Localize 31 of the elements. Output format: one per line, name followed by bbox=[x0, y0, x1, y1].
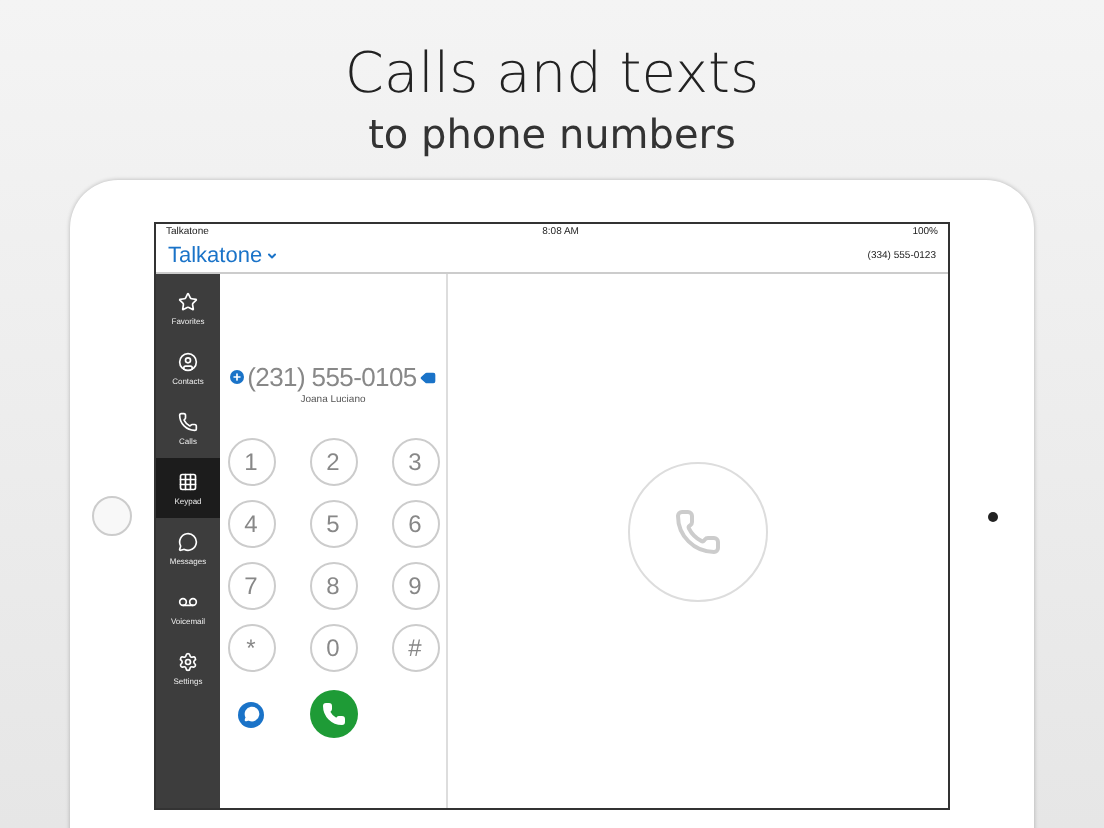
phone-icon bbox=[674, 507, 722, 555]
dial-key[interactable]: 8 bbox=[309, 562, 357, 610]
phone-icon bbox=[178, 411, 198, 431]
add-contact-button[interactable] bbox=[229, 370, 244, 384]
dial-key[interactable]: 3 bbox=[391, 438, 439, 486]
phone-icon bbox=[321, 702, 345, 726]
speech-bubble-icon bbox=[243, 706, 259, 722]
dial-key[interactable]: # bbox=[391, 624, 439, 672]
person-icon bbox=[178, 351, 198, 371]
star-icon bbox=[178, 291, 198, 311]
caret-icon bbox=[266, 249, 279, 261]
backspace-icon[interactable] bbox=[420, 369, 437, 385]
subheadline: to phone numbers bbox=[368, 108, 736, 160]
app-title-menu[interactable]: Talkatone bbox=[168, 243, 279, 267]
dial-key[interactable]: 0 bbox=[309, 624, 357, 672]
headline: Calls and texts bbox=[344, 40, 760, 108]
dial-key[interactable]: 2 bbox=[309, 438, 357, 486]
dial-key[interactable]: 4 bbox=[227, 500, 275, 548]
dialed-number: (231) 555-0105 bbox=[247, 362, 417, 392]
bubble-icon bbox=[178, 531, 198, 551]
dial-key[interactable]: 1 bbox=[227, 438, 275, 486]
gear-icon bbox=[178, 651, 198, 671]
dial-key[interactable]: 5 bbox=[309, 500, 357, 548]
dial-key[interactable]: 7 bbox=[227, 562, 275, 610]
grid-icon bbox=[178, 471, 198, 491]
call-button[interactable] bbox=[309, 690, 357, 738]
dial-key[interactable]: 6 bbox=[391, 500, 439, 548]
dial-key[interactable]: 9 bbox=[391, 562, 439, 610]
camera-dot bbox=[987, 511, 997, 521]
message-button[interactable] bbox=[238, 701, 264, 727]
dial-key[interactable]: * bbox=[227, 624, 275, 672]
